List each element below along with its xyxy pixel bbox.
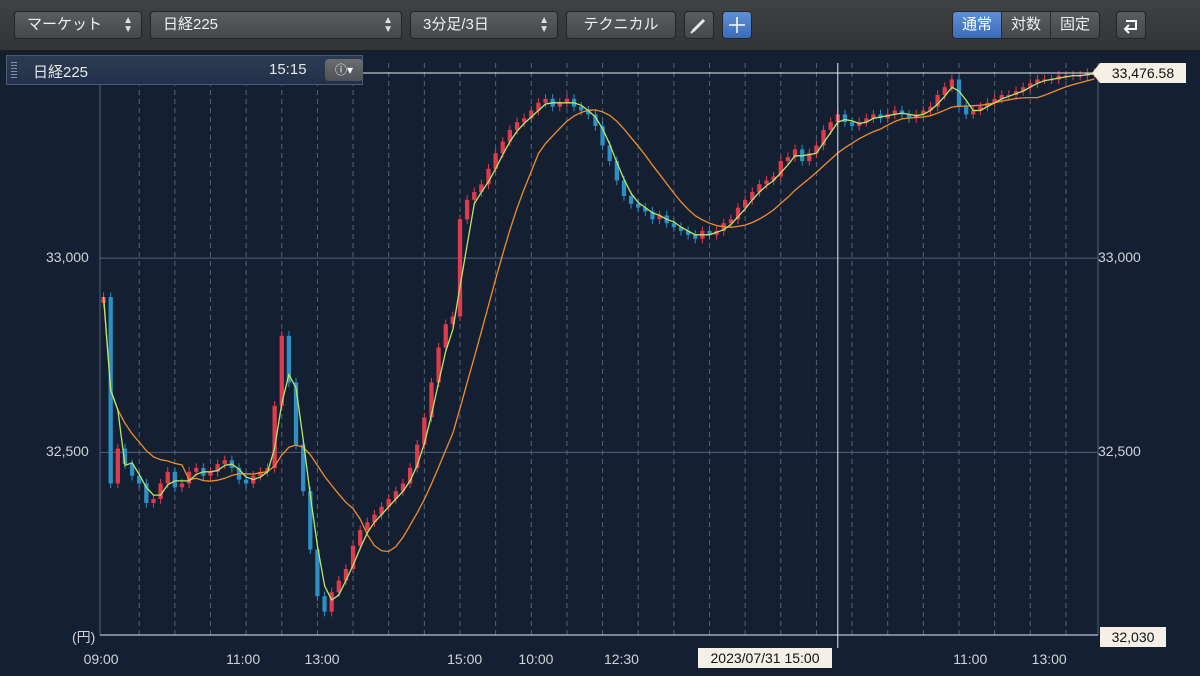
- y-tick-label-right: 33,000: [1098, 249, 1141, 266]
- candle-body: [422, 417, 427, 445]
- chart-grid: [99, 63, 1099, 635]
- y-tick-label-right: 32,500: [1098, 443, 1141, 460]
- symbol-info-panel[interactable]: 日経225 15:15 ⓘ▾: [6, 55, 363, 85]
- unit-label: (円): [72, 629, 96, 645]
- info-time: 15:15: [269, 61, 307, 78]
- candle-body: [464, 199, 470, 220]
- candle-body: [671, 223, 676, 228]
- candle-body: [308, 491, 313, 550]
- candle-body: [365, 522, 370, 531]
- candle-body: [842, 114, 848, 123]
- candle-body: [963, 106, 969, 115]
- candle-body: [628, 195, 634, 204]
- candle-body: [828, 122, 833, 130]
- candle-body: [343, 568, 349, 581]
- x-tick-label: 12:30: [603, 651, 639, 667]
- candlesticks: [101, 68, 1097, 617]
- candle-body: [165, 471, 170, 484]
- candle-body: [358, 530, 363, 546]
- candle-body: [151, 499, 156, 503]
- candle-body: [172, 471, 177, 488]
- y-tick-label-left: 33,000: [46, 249, 89, 266]
- x-tick-label: 13:00: [304, 651, 340, 667]
- candle-body: [329, 592, 334, 612]
- candle-body: [472, 192, 477, 200]
- x-tick-label: 11:00: [953, 651, 988, 667]
- x-tick-label: 15:00: [447, 651, 483, 667]
- y-tick-label-left: 32,500: [46, 443, 89, 460]
- price-chart[interactable]: [0, 0, 1200, 676]
- candle-body: [443, 324, 448, 348]
- info-symbol: 日経225: [33, 64, 89, 81]
- last-price-tag: 33,476.58: [1092, 63, 1186, 83]
- candle-body: [243, 479, 249, 484]
- x-tick-label: 11:00: [226, 651, 261, 667]
- x-tick-label: 10:00: [518, 651, 554, 667]
- candle-body: [849, 122, 855, 127]
- candle-body: [457, 219, 463, 317]
- crosshair-time-tag: 2023/07/31 15:00: [698, 648, 832, 668]
- info-icon: ⓘ▾: [334, 63, 354, 77]
- candle-body: [194, 467, 199, 472]
- candle-body: [322, 596, 327, 612]
- candle-body: [785, 157, 791, 162]
- ma-short-line: [102, 73, 1095, 601]
- drag-handle[interactable]: [11, 62, 17, 78]
- candle-body: [158, 483, 163, 500]
- min-price-tag: 32,030: [1100, 627, 1166, 647]
- x-tick-label: 13:00: [1031, 651, 1067, 667]
- info-button[interactable]: ⓘ▾: [325, 59, 363, 81]
- candle-body: [579, 106, 584, 111]
- candle-body: [179, 483, 185, 488]
- candle-body: [949, 79, 955, 88]
- x-tick-label: 09:00: [83, 651, 119, 667]
- candle-body: [222, 460, 227, 465]
- candle-body: [115, 448, 120, 484]
- candle-body: [543, 98, 548, 103]
